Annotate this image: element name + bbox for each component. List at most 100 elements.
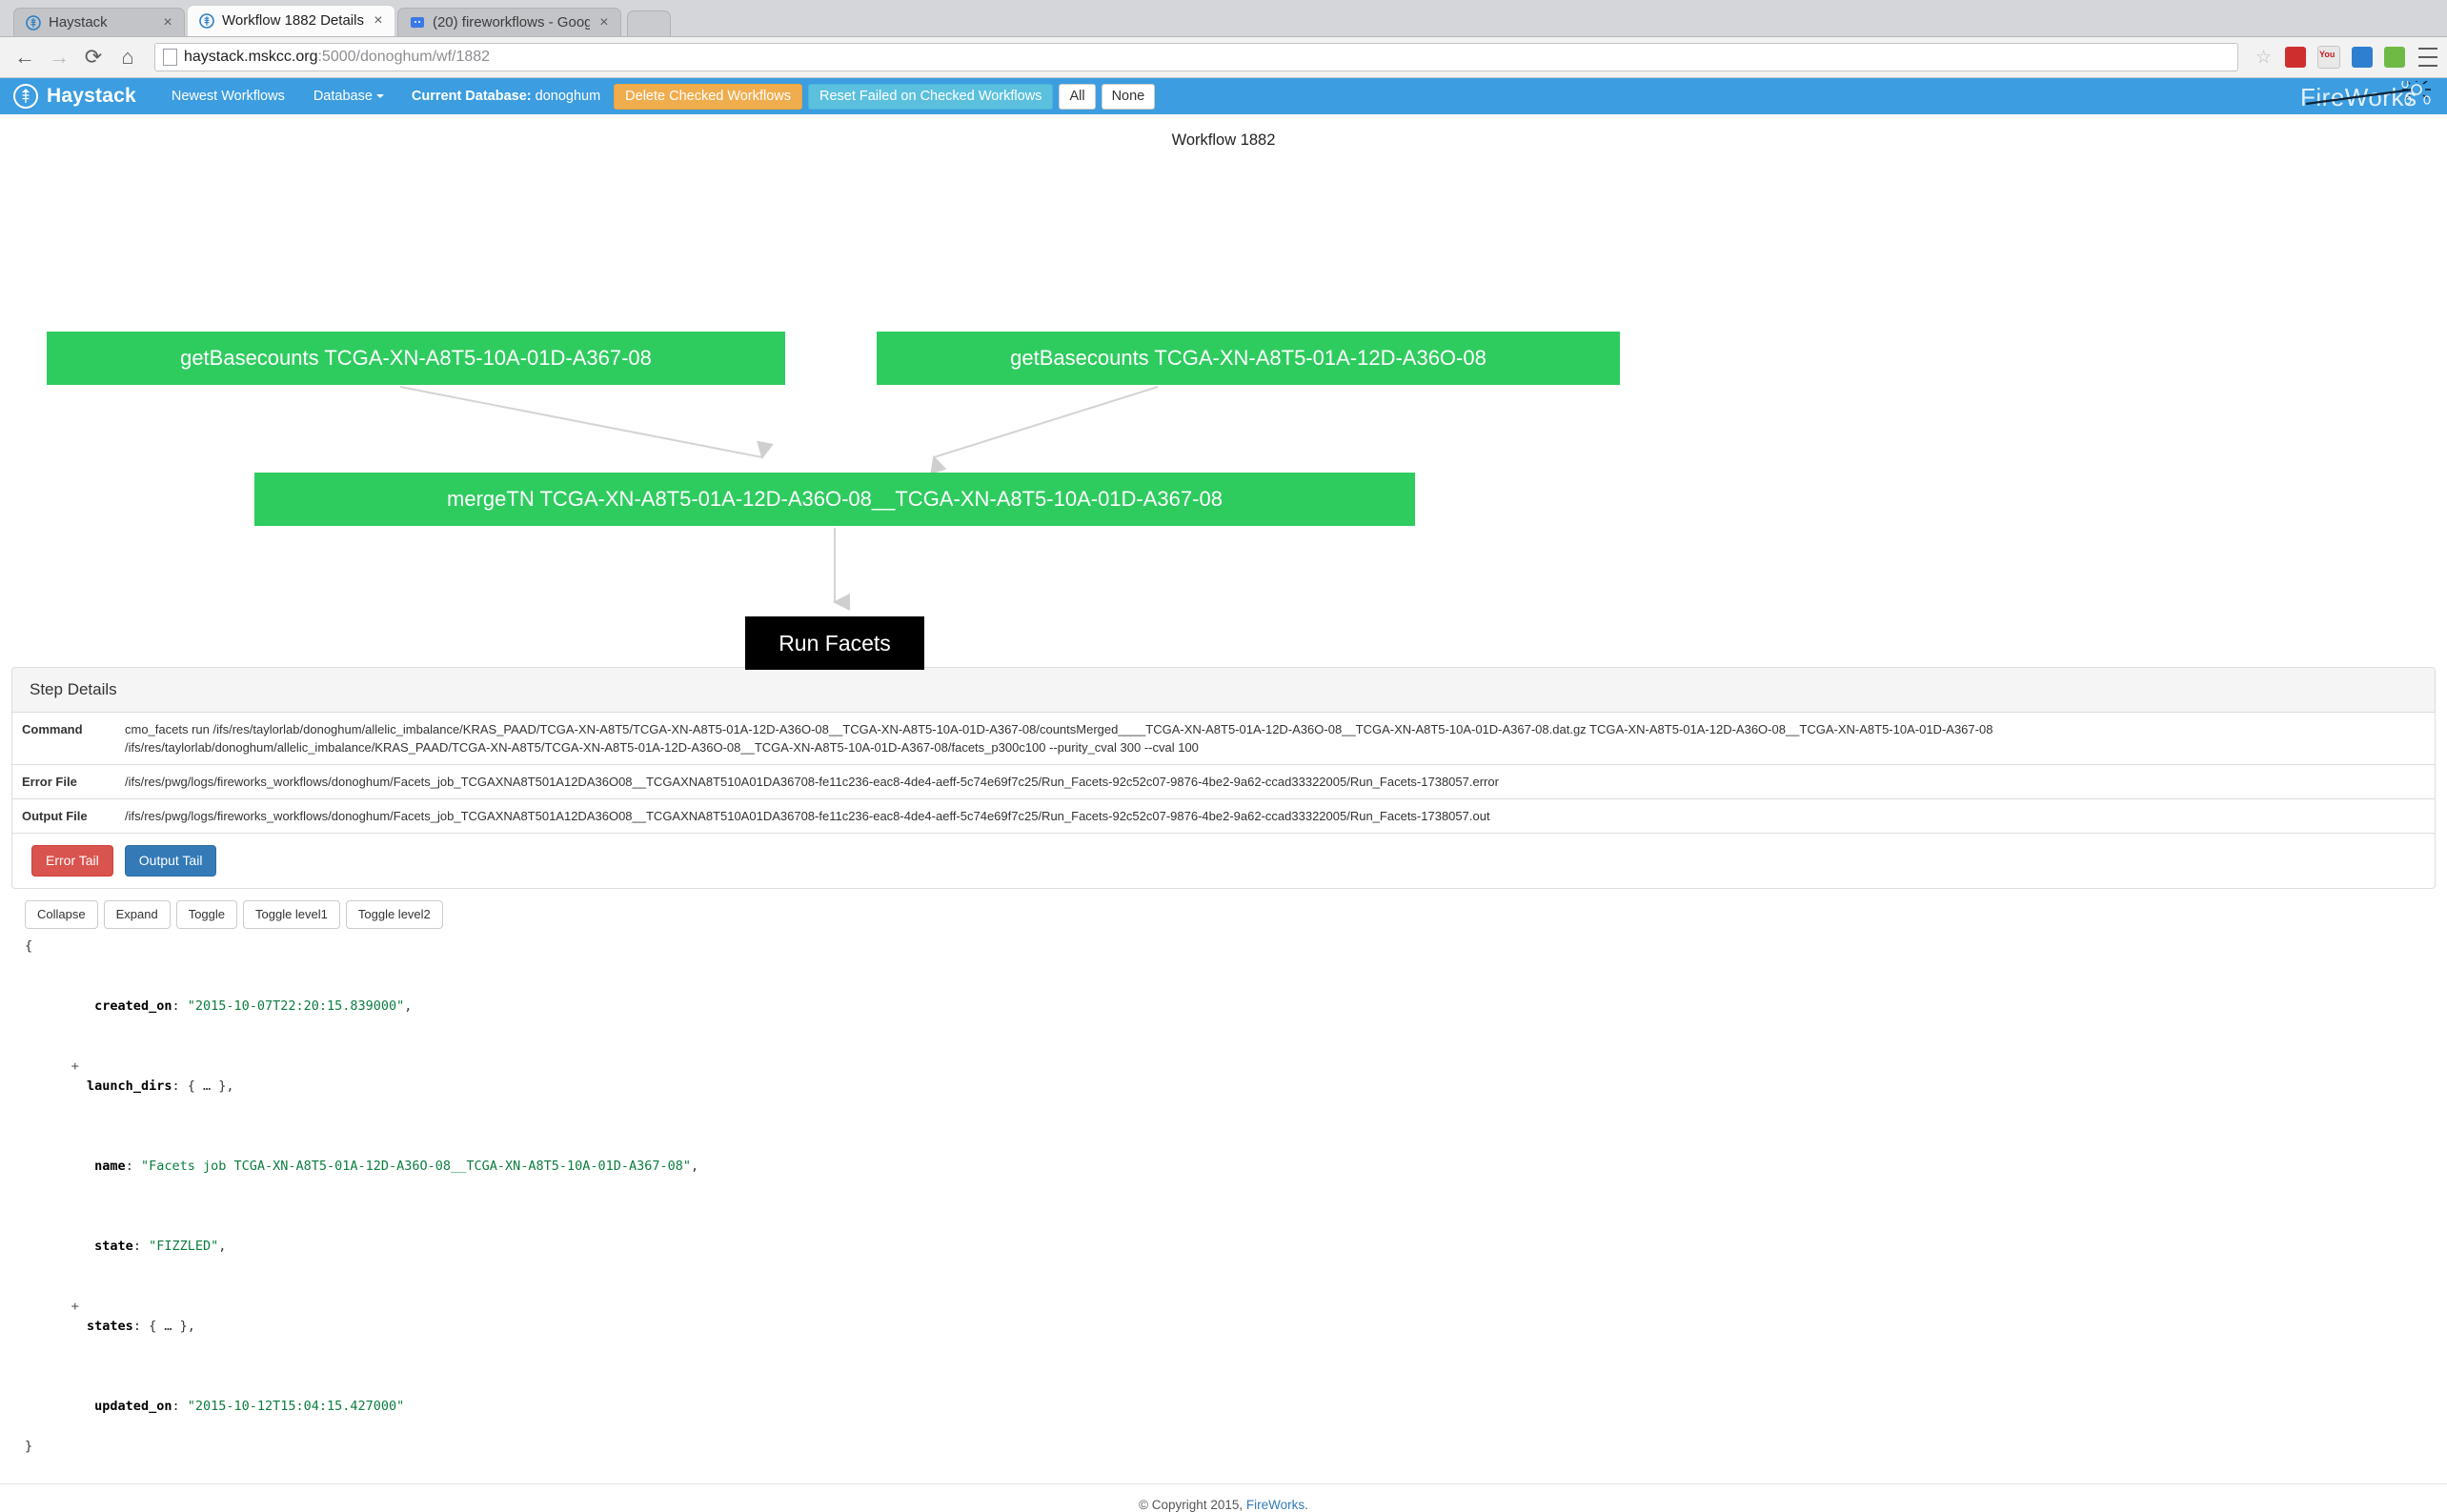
toggle-level2-button[interactable]: Toggle level2	[345, 900, 443, 929]
bookmark-star-icon[interactable]: ☆	[2250, 47, 2277, 69]
toggle-button[interactable]: Toggle	[175, 900, 237, 929]
json-entry-created-on: created_on: "2015-10-07T22:20:15.839000"…	[25, 957, 2436, 1037]
browser-tab-title: (20) fireworkflows - Googl	[432, 13, 590, 30]
json-sep: :	[172, 1079, 188, 1094]
step-details-table: Command cmo_facets run /ifs/res/taylorla…	[12, 713, 2435, 833]
browser-tab-workflow-details[interactable]: Workflow 1882 Details ×	[187, 5, 395, 36]
output-file-value: /ifs/res/pwg/logs/fireworks_workflows/do…	[115, 798, 2435, 833]
reset-failed-on-checked-workflows-button[interactable]: Reset Failed on Checked Workflows	[807, 83, 1054, 110]
browser-toolbar: ← → ⟳ ⌂ haystack.mskcc.org:5000/donoghum…	[0, 37, 2447, 78]
json-tail: ,	[218, 1239, 227, 1254]
json-close-brace: }	[25, 1439, 33, 1454]
new-tab-button[interactable]	[626, 10, 671, 36]
youtube-extension-icon[interactable]	[2317, 46, 2340, 69]
json-entry-updated-on: updated_on: "2015-10-12T15:04:15.427000"	[25, 1357, 2436, 1437]
haystack-logo-icon	[13, 84, 38, 109]
browser-tab-fireworkflows[interactable]: (20) fireworkflows - Googl ×	[396, 8, 621, 36]
current-database: Current Database: donoghum	[398, 89, 614, 104]
fireworks-link[interactable]: FireWorks	[1246, 1498, 1304, 1512]
nav-database-label: Database	[313, 89, 373, 104]
json-value: "Facets job TCGA-XN-A8T5-01A-12D-A36O-08…	[140, 1159, 692, 1174]
select-none-button[interactable]: None	[1101, 83, 1156, 110]
json-tail: ,	[226, 1079, 234, 1094]
json-tail: ,	[404, 998, 413, 1014]
groups-favicon	[410, 15, 425, 30]
error-file-label: Error File	[12, 764, 115, 799]
blue-extension-icon[interactable]	[2352, 47, 2373, 68]
json-key: state	[94, 1239, 133, 1254]
url-text: haystack.mskcc.org:5000/donoghum/wf/1882	[184, 49, 490, 66]
delete-checked-workflows-button[interactable]: Delete Checked Workflows	[614, 83, 802, 110]
json-tail: ,	[187, 1319, 195, 1334]
collapse-button[interactable]: Collapse	[25, 900, 98, 929]
forward-arrow-icon[interactable]: →	[44, 42, 74, 72]
json-value: "2015-10-12T15:04:15.427000"	[187, 1399, 405, 1414]
current-database-value: donoghum	[535, 89, 601, 104]
json-entry-name: name: "Facets job TCGA-XN-A8T5-01A-12D-A…	[25, 1117, 2436, 1197]
home-icon[interactable]: ⌂	[112, 42, 143, 72]
haystack-favicon	[199, 13, 214, 29]
app-navbar: Haystack Newest Workflows Database Curre…	[0, 78, 2447, 114]
error-file-value: /ifs/res/pwg/logs/fireworks_workflows/do…	[115, 764, 2435, 799]
back-arrow-icon[interactable]: ←	[10, 42, 40, 72]
page-info-icon	[163, 49, 177, 66]
json-tail: ,	[691, 1159, 699, 1174]
json-open-brace: {	[25, 938, 33, 954]
browser-tab-title: Workflow 1882 Details	[222, 12, 364, 29]
workflow-node-run-facets[interactable]: Run Facets	[745, 616, 924, 670]
url-host: haystack.mskcc.org	[184, 49, 318, 65]
json-key: name	[94, 1159, 126, 1174]
brand-name: Haystack	[47, 85, 136, 107]
step-details-panel: Step Details Command cmo_facets run /ifs…	[11, 667, 2436, 889]
page-footer: © Copyright 2015, FireWorks.	[0, 1483, 2447, 1512]
browser-tab-haystack[interactable]: Haystack ×	[13, 8, 185, 36]
workflow-node-getbasecounts-01a[interactable]: getBasecounts TCGA-XN-A8T5-01A-12D-A36O-…	[877, 332, 1620, 385]
workflow-node-getbasecounts-10a[interactable]: getBasecounts TCGA-XN-A8T5-10A-01D-A367-…	[47, 332, 785, 385]
haystack-favicon	[26, 14, 41, 30]
close-icon[interactable]: ×	[597, 14, 611, 30]
json-sep: :	[132, 1239, 150, 1254]
workflow-graph: Workflow 1882 getBasecounts TCGA-XN-A8T5…	[0, 114, 2447, 670]
json-entry-launch-dirs: + launch_dirs: { … },	[25, 1037, 2436, 1117]
json-value: { … }	[187, 1079, 227, 1094]
expand-button[interactable]: Expand	[103, 900, 171, 929]
json-entry-state: state: "FIZZLED",	[25, 1197, 2436, 1277]
json-sep: :	[125, 1159, 141, 1174]
command-value: cmo_facets run /ifs/res/taylorlab/donogh…	[115, 713, 2435, 765]
close-icon[interactable]: ×	[372, 13, 385, 29]
json-sep: :	[132, 1319, 150, 1334]
fireworks-logo: FireWorks	[2300, 81, 2434, 113]
close-icon[interactable]: ×	[161, 14, 174, 30]
json-value: { … }	[149, 1319, 188, 1334]
table-row: Output File /ifs/res/pwg/logs/fireworks_…	[12, 798, 2435, 833]
url-path: :5000/donoghum/wf/1882	[317, 49, 491, 65]
green-extension-icon[interactable]	[2384, 47, 2405, 68]
table-row: Error File /ifs/res/pwg/logs/fireworks_w…	[12, 764, 2435, 799]
red-extension-icon[interactable]	[2285, 47, 2306, 68]
nav-database-dropdown[interactable]: Database	[299, 89, 398, 104]
table-row: Command cmo_facets run /ifs/res/taylorla…	[12, 713, 2435, 765]
output-file-label: Output File	[12, 798, 115, 833]
step-details-heading: Step Details	[12, 668, 2435, 713]
nav-newest-workflows[interactable]: Newest Workflows	[157, 89, 299, 104]
browser-tabstrip: Haystack × Workflow 1882 Details × (20) …	[0, 0, 2447, 37]
json-expander[interactable]: +	[71, 1058, 79, 1074]
footer-period: .	[1304, 1498, 1308, 1512]
json-expander[interactable]: +	[71, 1299, 79, 1314]
tail-button-row: Error Tail Output Tail	[12, 833, 2435, 888]
reload-icon[interactable]: ⟳	[78, 42, 109, 72]
output-tail-button[interactable]: Output Tail	[124, 845, 217, 877]
json-key: launch_dirs	[87, 1079, 172, 1094]
json-viewer: Collapse Expand Toggle Toggle level1 Tog…	[11, 900, 2436, 1462]
workflow-node-mergetn[interactable]: mergeTN TCGA-XN-A8T5-01A-12D-A36O-08__TC…	[254, 473, 1415, 526]
toggle-level1-button[interactable]: Toggle level1	[243, 900, 340, 929]
error-tail-button[interactable]: Error Tail	[31, 845, 113, 877]
browser-tab-title: Haystack	[49, 13, 108, 30]
address-bar[interactable]: haystack.mskcc.org:5000/donoghum/wf/1882	[154, 43, 2238, 71]
json-key: updated_on	[94, 1399, 172, 1414]
select-all-button[interactable]: All	[1059, 83, 1096, 110]
chrome-menu-icon[interactable]	[2418, 45, 2437, 70]
brand[interactable]: Haystack	[13, 84, 136, 109]
copyright-text: © Copyright 2015,	[1139, 1498, 1246, 1512]
json-entry-states: + states: { … },	[25, 1277, 2436, 1357]
